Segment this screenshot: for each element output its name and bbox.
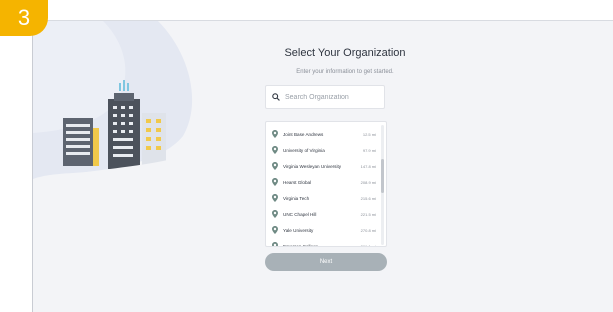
organization-name: Yale University: [283, 227, 314, 233]
location-pin-icon: [272, 130, 278, 138]
organization-distance: 147.8 mi: [360, 163, 376, 169]
page-title: Select Your Organization: [284, 47, 406, 59]
organization-distance: 221.5 mi: [360, 211, 376, 217]
organization-name: Joint Base Andrews: [283, 131, 324, 137]
organization-row[interactable]: University of Virginia 97.9 mi: [266, 142, 378, 158]
organization-name: Emerson College: [283, 243, 319, 247]
list-scrollbar[interactable]: [381, 125, 384, 245]
organization-name: Virginia Wesleyan University: [283, 163, 342, 169]
organization-distance: 208.9 mi: [360, 179, 376, 185]
organization-row[interactable]: Joint Base Andrews 12.5 mi: [266, 126, 378, 142]
app-window: Select Your Organization Enter your info…: [32, 20, 613, 312]
step-number-badge: 3: [0, 0, 48, 36]
organization-name: Hearst Global: [283, 179, 312, 185]
search-icon: [272, 93, 280, 101]
organization-row[interactable]: Emerson College 391.1 mi: [266, 238, 378, 247]
location-pin-icon: [272, 194, 278, 202]
organization-row[interactable]: Yale University 270.8 mi: [266, 222, 378, 238]
organization-row[interactable]: UNC Chapel Hill 221.5 mi: [266, 206, 378, 222]
organization-row[interactable]: Virginia Tech 215.6 mi: [266, 190, 378, 206]
location-pin-icon: [272, 210, 278, 218]
organization-distance: 270.8 mi: [360, 227, 376, 233]
organization-distance: 97.9 mi: [362, 147, 376, 153]
organization-name: Virginia Tech: [283, 195, 310, 201]
organization-distance: 391.1 mi: [360, 243, 376, 247]
organization-row[interactable]: Hearst Global 208.9 mi: [266, 174, 378, 190]
organization-name: UNC Chapel Hill: [283, 211, 317, 217]
organization-name: University of Virginia: [283, 147, 325, 153]
city-illustration: [33, 21, 201, 201]
search-box[interactable]: [265, 85, 385, 109]
building-right: [142, 113, 166, 169]
page-subtitle: Enter your information to get started.: [296, 69, 394, 75]
next-button[interactable]: Next: [265, 253, 387, 271]
organization-list[interactable]: Joint Base Andrews 12.5 mi University of V…: [265, 121, 387, 247]
search-input[interactable]: [285, 93, 381, 101]
location-pin-icon: [272, 226, 278, 234]
organization-distance: 12.5 mi: [362, 131, 376, 137]
location-pin-icon: [272, 146, 278, 154]
location-pin-icon: [272, 178, 278, 186]
list-scrollbar-thumb[interactable]: [381, 159, 384, 193]
organization-row[interactable]: Virginia Wesleyan University 147.8 mi: [266, 158, 378, 174]
building-tall: [108, 99, 140, 169]
location-pin-icon: [272, 162, 278, 170]
organization-distance: 215.6 mi: [360, 195, 376, 201]
location-pin-icon: [272, 242, 278, 246]
